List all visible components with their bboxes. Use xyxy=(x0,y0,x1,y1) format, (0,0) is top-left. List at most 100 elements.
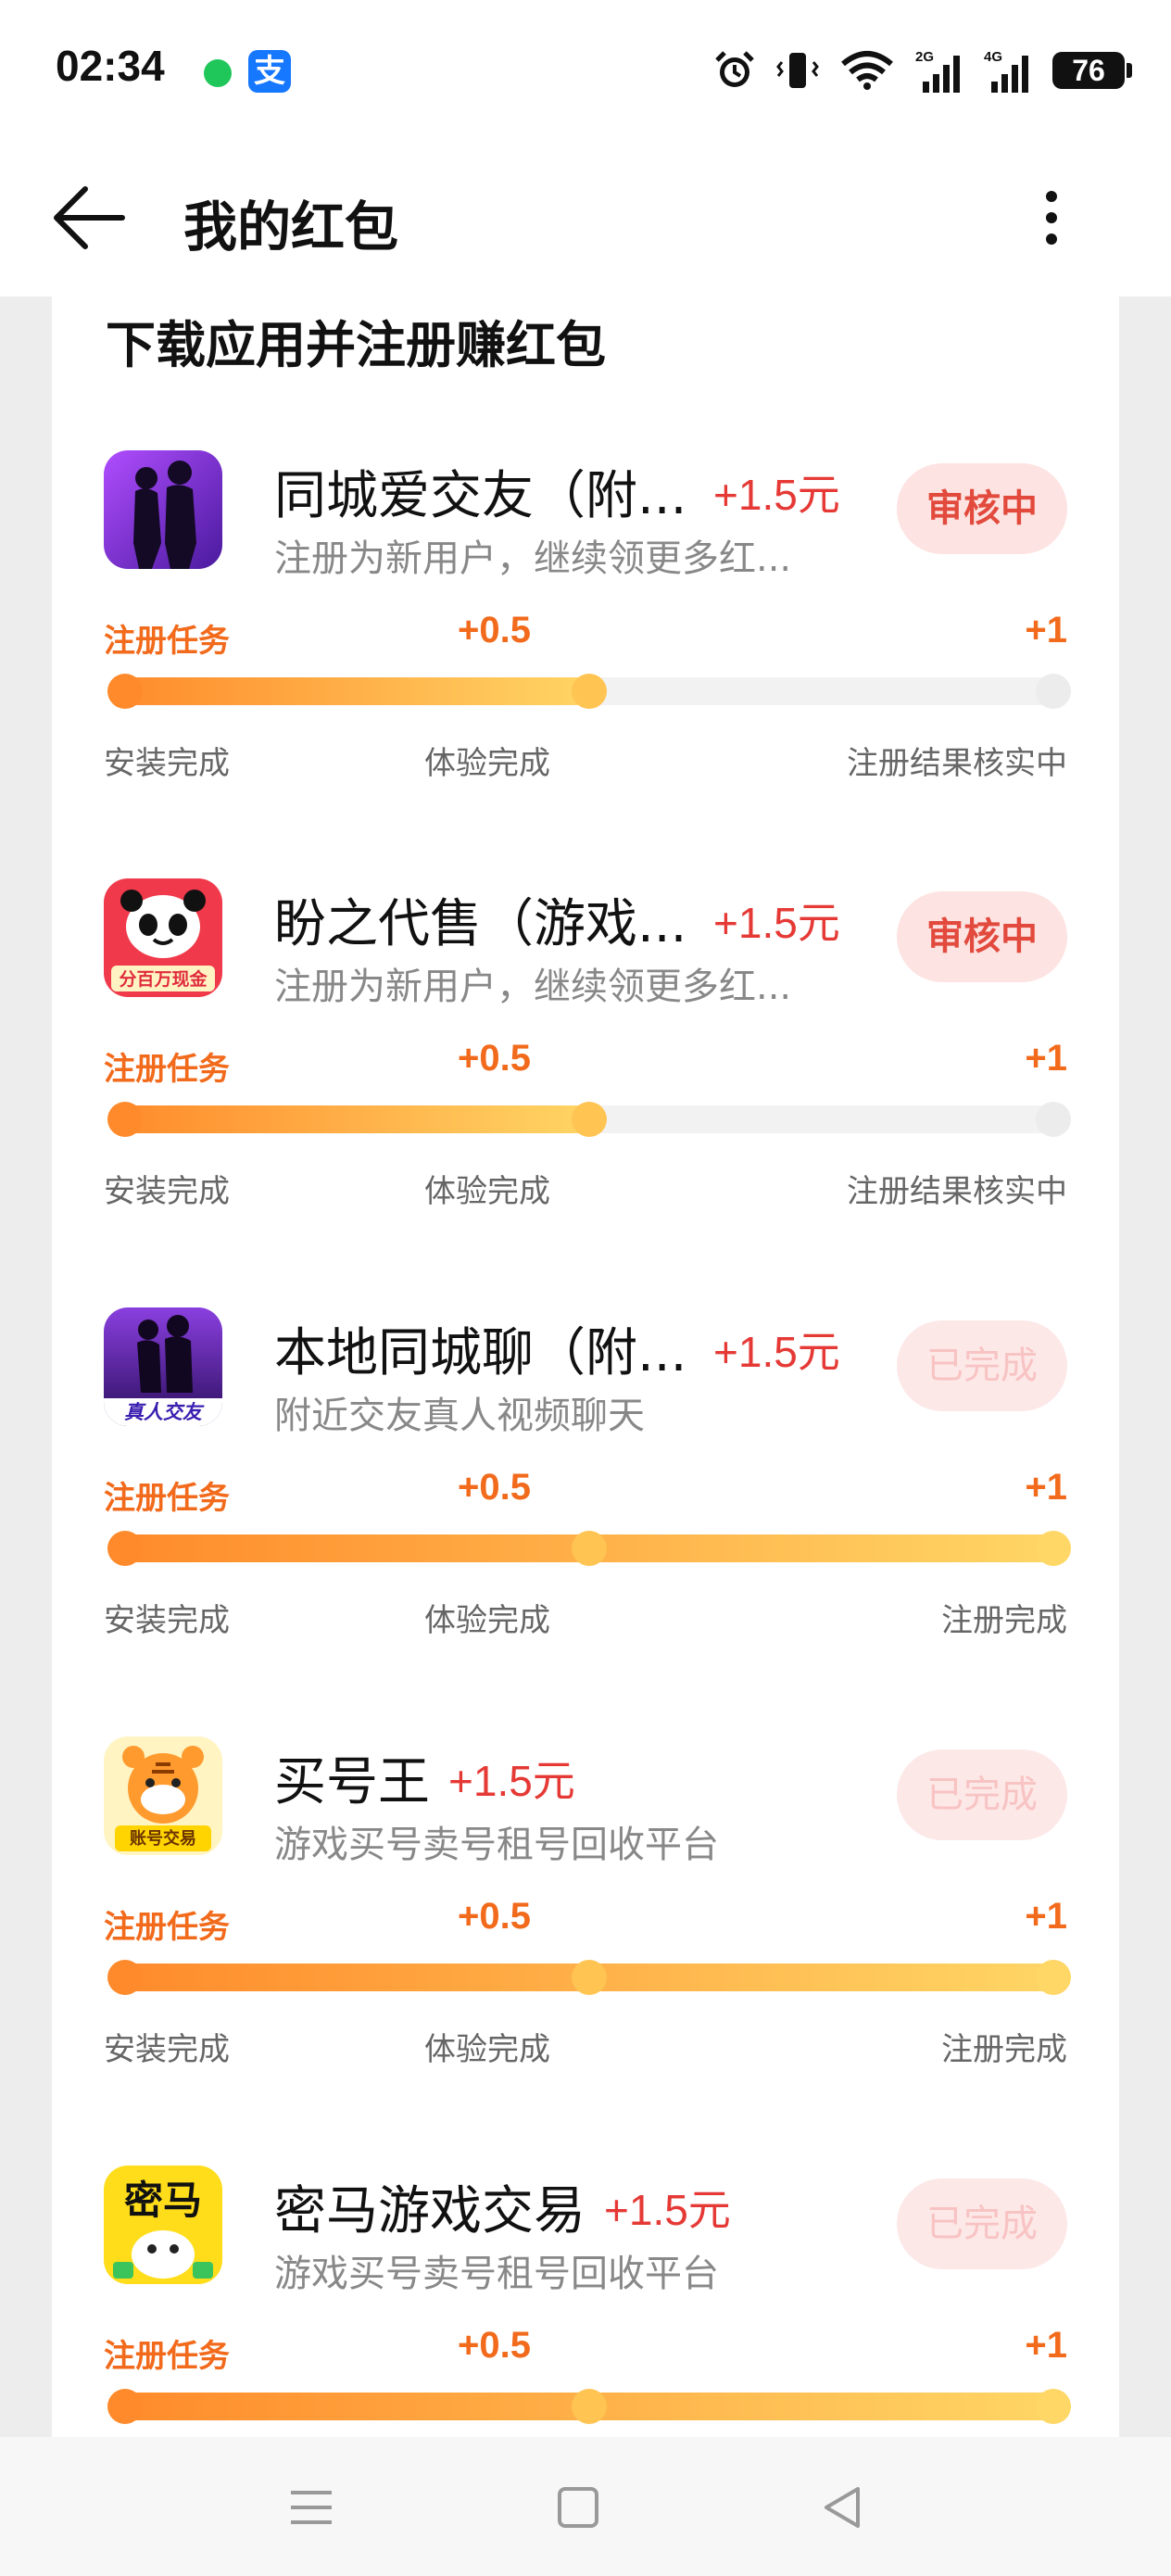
app-description: 注册为新用户，继续领更多红... xyxy=(274,537,792,580)
alipay-icon: 支 xyxy=(248,50,291,93)
svg-text:4G: 4G xyxy=(984,49,1002,65)
status-time: 02:34 xyxy=(56,42,165,90)
milestone-half-label: +0.5 xyxy=(458,2325,531,2366)
progress-track xyxy=(107,1102,1071,1137)
status-button[interactable]: 审核中 xyxy=(897,463,1067,554)
section-title: 下载应用并注册赚红包 xyxy=(106,316,606,374)
step-register-label: 注册完成 xyxy=(941,2031,1067,2068)
progress-node-start xyxy=(107,2389,143,2424)
couple-silhouette-app-icon: 真人交友 xyxy=(104,1307,222,1426)
status-icons: 2G 4G 76 xyxy=(713,44,1132,96)
progress-node-mid xyxy=(572,1102,607,1137)
progress-fill xyxy=(111,677,603,705)
signal-2g-icon: 2G xyxy=(915,49,960,93)
status-bar: 02:34 支 2G 4G 76 xyxy=(0,0,1171,139)
panda-icon-text: 分百万现金 xyxy=(119,968,208,990)
task-card: 下载应用并注册赚红包 同城爱交友（附... +1.5元 注册为新用户，继续领更多… xyxy=(52,297,1119,2437)
arrow-left-icon[interactable] xyxy=(46,176,130,259)
status-button[interactable]: 审核中 xyxy=(897,891,1067,982)
couple-silhouette-app-icon xyxy=(104,450,222,569)
progress-node-end xyxy=(1036,2389,1071,2424)
task-item[interactable]: 真人交友 本地同城聊（附... +1.5元 附近交友真人视频聊天 已完成 注册任… xyxy=(52,1307,1119,1736)
reward-amount: +1.5元 xyxy=(448,1757,575,1805)
app-description: 游戏买号卖号租号回收平台 xyxy=(274,1824,719,1866)
battery-icon: 76 xyxy=(1052,52,1132,89)
step-experience-label: 体验完成 xyxy=(424,1602,550,1639)
progress-node-end xyxy=(1036,1531,1071,1566)
milestone-one-label: +1 xyxy=(1025,1467,1067,1508)
milestone-one-label: +1 xyxy=(1025,1896,1067,1937)
task-item[interactable]: 同城爱交友（附... +1.5元 注册为新用户，继续领更多红... 审核中 注册… xyxy=(52,450,1119,878)
milestone-half-label: +0.5 xyxy=(458,610,531,650)
app-name: 买号王 xyxy=(274,1752,430,1812)
step-experience-label: 体验完成 xyxy=(424,745,550,782)
task-item[interactable]: 账号交易 买号王 +1.5元 游戏买号卖号租号回收平台 已完成 注册任务 +0.… xyxy=(52,1736,1119,2165)
vibrate-icon xyxy=(776,53,819,88)
step-install-label: 安装完成 xyxy=(104,745,230,782)
app-description: 注册为新用户，继续领更多红... xyxy=(274,966,792,1008)
mima-app-icon: 密马 xyxy=(104,2166,222,2284)
reward-amount: +1.5元 xyxy=(604,2186,731,2234)
app-name: 同城爱交友（附... xyxy=(274,466,687,526)
menu-icon[interactable] xyxy=(285,2481,337,2533)
reward-amount: +1.5元 xyxy=(713,899,840,947)
progress-node-start xyxy=(107,674,143,709)
header: 我的红包 xyxy=(0,139,1171,297)
milestone-one-label: +1 xyxy=(1025,610,1067,650)
task-label: 注册任务 xyxy=(104,623,230,660)
progress-node-mid xyxy=(572,1960,607,1995)
milestone-one-label: +1 xyxy=(1025,1038,1067,1079)
step-register-label: 注册结果核实中 xyxy=(847,745,1067,782)
progress-track xyxy=(107,1960,1071,1995)
step-experience-label: 体验完成 xyxy=(424,2031,550,2068)
task-label: 注册任务 xyxy=(104,1051,230,1088)
app-icon-text: 真人交友 xyxy=(124,1401,205,1423)
reward-amount: +1.5元 xyxy=(713,471,840,519)
progress-node-mid xyxy=(572,674,607,709)
signal-4g-icon: 4G xyxy=(984,49,1028,93)
app-name: 密马游戏交易 xyxy=(274,2181,586,2241)
progress-node-start xyxy=(107,1102,143,1137)
wechat-dot-icon xyxy=(204,59,232,87)
system-nav-bar xyxy=(0,2437,1171,2576)
app-icon-text: 账号交易 xyxy=(130,1828,196,1849)
milestone-half-label: +0.5 xyxy=(458,1038,531,1079)
progress-node-end xyxy=(1036,674,1071,709)
milestone-half-label: +0.5 xyxy=(458,1467,531,1508)
progress-node-mid xyxy=(572,2389,607,2424)
app-name: 盼之代售（游戏... xyxy=(274,894,687,954)
wifi-icon xyxy=(841,51,893,90)
home-square-icon[interactable] xyxy=(552,2481,604,2533)
progress-node-start xyxy=(107,1960,143,1995)
progress-node-start xyxy=(107,1531,143,1566)
progress-fill xyxy=(111,1105,603,1133)
app-name: 本地同城聊（附... xyxy=(274,1323,687,1383)
back-triangle-icon[interactable] xyxy=(817,2481,869,2533)
progress-node-mid xyxy=(572,1531,607,1566)
more-vertical-icon[interactable] xyxy=(1028,176,1075,259)
milestone-one-label: +1 xyxy=(1025,2325,1067,2366)
progress-track xyxy=(107,1531,1071,1566)
progress-node-end xyxy=(1036,1960,1071,1995)
task-label: 注册任务 xyxy=(104,1909,230,1946)
app-description: 游戏买号卖号租号回收平台 xyxy=(274,2253,719,2295)
svg-text:2G: 2G xyxy=(915,49,934,65)
step-install-label: 安装完成 xyxy=(104,1602,230,1639)
task-item[interactable]: 分百万现金 盼之代售（游戏... +1.5元 注册为新用户，继续领更多红... … xyxy=(52,878,1119,1307)
status-button: 已完成 xyxy=(897,1320,1067,1411)
task-label: 注册任务 xyxy=(104,1480,230,1517)
panda-app-icon: 分百万现金 xyxy=(104,878,222,997)
progress-track xyxy=(107,2389,1071,2424)
step-register-label: 注册完成 xyxy=(941,1602,1067,1639)
step-register-label: 注册结果核实中 xyxy=(847,1173,1067,1210)
progress-node-end xyxy=(1036,1102,1071,1137)
progress-track xyxy=(107,674,1071,709)
tiger-app-icon: 账号交易 xyxy=(104,1736,222,1855)
app-icon-text: 密马 xyxy=(124,2178,202,2223)
status-button: 已完成 xyxy=(897,2178,1067,2269)
reward-amount: +1.5元 xyxy=(713,1328,840,1376)
alarm-icon xyxy=(715,51,754,87)
step-install-label: 安装完成 xyxy=(104,1173,230,1210)
status-button: 已完成 xyxy=(897,1749,1067,1840)
page-title: 我的红包 xyxy=(183,196,399,259)
